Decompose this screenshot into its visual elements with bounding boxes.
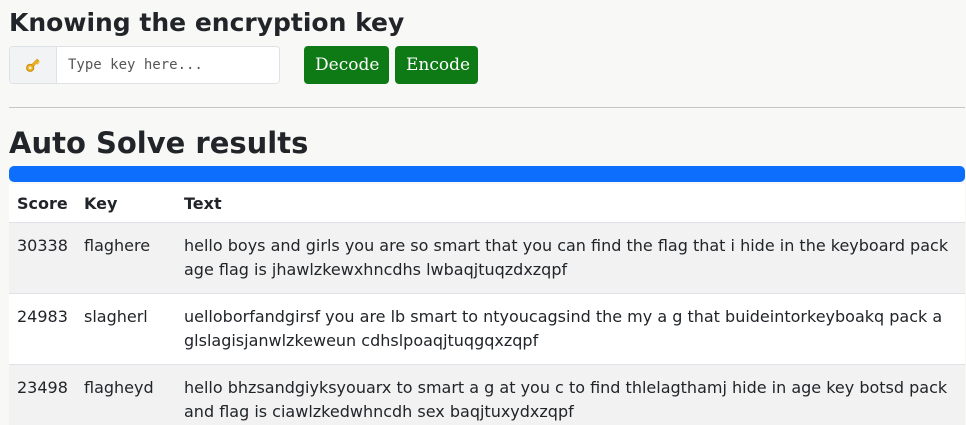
progress-bar: [9, 166, 965, 182]
results-table: Score Key Text 30338 flaghere hello boys…: [9, 184, 965, 425]
text-cell: hello boys and girls you are so smart th…: [176, 222, 965, 294]
section-divider: [9, 107, 965, 108]
table-header-row: Score Key Text: [9, 184, 965, 223]
known-key-heading: Knowing the encryption key: [9, 8, 405, 37]
page: Knowing the encryption key Decode Encode…: [0, 0, 966, 425]
column-header-score: Score: [9, 184, 76, 223]
progress-fill: [9, 166, 965, 182]
column-header-key: Key: [76, 184, 176, 223]
table-row: 24983 slagherl uelloborfandgirsf you are…: [9, 293, 965, 365]
key-cell: slagherl: [76, 293, 176, 365]
key-cell: flaghere: [76, 222, 176, 294]
key-input-group: [9, 46, 280, 84]
auto-solve-heading: Auto Solve results: [9, 126, 309, 160]
score-cell: 23498: [9, 364, 76, 425]
key-icon: [10, 47, 57, 83]
score-cell: 30338: [9, 222, 76, 294]
text-cell: uelloborfandgirsf you are lb smart to nt…: [176, 293, 965, 365]
text-cell: hello bhzsandgiyksyouarx to smart a g at…: [176, 364, 965, 425]
table-row: 30338 flaghere hello boys and girls you …: [9, 222, 965, 294]
column-header-text: Text: [176, 184, 965, 223]
score-cell: 24983: [9, 293, 76, 365]
encode-button[interactable]: Encode: [395, 46, 478, 84]
table-row: 23498 flagheyd hello bhzsandgiyksyouarx …: [9, 364, 965, 425]
key-input[interactable]: [57, 47, 279, 83]
key-form: Decode Encode: [9, 46, 478, 84]
key-cell: flagheyd: [76, 364, 176, 425]
decode-button[interactable]: Decode: [304, 46, 389, 84]
